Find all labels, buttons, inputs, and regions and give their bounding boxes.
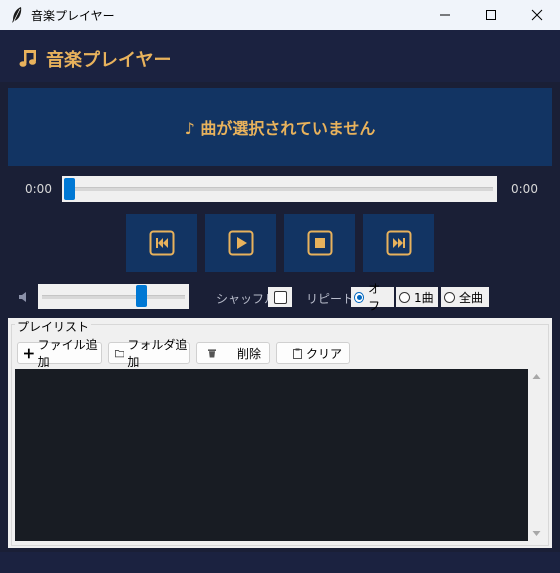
speaker-icon — [19, 292, 26, 302]
close-icon — [531, 9, 543, 21]
status-footer — [0, 552, 560, 573]
play-icon — [228, 230, 253, 256]
add-folder-button[interactable]: フォルダ追加 — [108, 338, 190, 369]
repeat-option-label: 1曲 — [414, 290, 434, 305]
seek-thumb[interactable] — [64, 178, 75, 200]
minimize-button[interactable] — [422, 0, 468, 30]
minimize-icon — [440, 14, 450, 16]
delete-label: 削除 — [237, 346, 262, 361]
plus-icon — [24, 348, 34, 358]
folder-icon — [115, 350, 125, 358]
volume-slider[interactable] — [38, 284, 189, 309]
radio-unselected-icon — [399, 291, 410, 303]
add-file-label: ファイル追加 — [37, 338, 98, 369]
now-playing-text: ♪ 曲が選択されていません — [184, 119, 376, 138]
checkbox-box — [273, 290, 287, 304]
maximize-button[interactable] — [468, 0, 514, 30]
radio-unselected-icon — [444, 291, 455, 303]
next-button[interactable] — [363, 214, 434, 272]
repeat-one-radio[interactable]: 1曲 — [396, 287, 438, 307]
stop-button[interactable] — [284, 214, 355, 272]
clear-button[interactable]: クリア — [276, 342, 350, 364]
close-button[interactable] — [514, 0, 560, 30]
trash-icon — [208, 349, 216, 358]
playlist-listbox[interactable] — [15, 369, 528, 541]
repeat-option-label: オフ — [368, 282, 381, 313]
previous-button[interactable] — [126, 214, 197, 272]
play-button[interactable] — [205, 214, 276, 272]
seek-slider[interactable] — [62, 176, 497, 202]
stop-icon — [307, 230, 332, 256]
feather-icon — [12, 7, 22, 23]
add-folder-label: フォルダ追加 — [127, 338, 188, 369]
maximize-icon — [486, 10, 496, 20]
clear-label: クリア — [306, 346, 343, 361]
clipboard-icon — [293, 348, 302, 359]
shuffle-checkbox[interactable] — [268, 287, 292, 307]
playlist-scrollbar[interactable] — [528, 369, 545, 541]
repeat-off-radio[interactable]: オフ — [351, 282, 394, 313]
repeat-all-radio[interactable]: 全曲 — [441, 287, 489, 307]
window-title: 音楽プレイヤー — [31, 9, 115, 23]
skip-previous-icon — [149, 230, 174, 256]
add-file-button[interactable]: ファイル追加 — [17, 338, 102, 369]
music-note-icon — [19, 50, 36, 67]
current-time: 0:00 — [25, 182, 52, 196]
skip-next-icon — [386, 230, 411, 256]
seek-track — [66, 187, 493, 191]
scroll-up-icon[interactable] — [528, 369, 545, 386]
total-time: 0:00 — [511, 182, 538, 196]
delete-button[interactable]: 削除 — [196, 342, 270, 364]
app-title: 音楽プレイヤー — [46, 50, 172, 71]
playlist-legend: プレイリスト — [15, 318, 92, 335]
volume-thumb[interactable] — [136, 285, 147, 307]
window-titlebar: 音楽プレイヤー — [0, 0, 560, 30]
radio-selected-icon — [354, 291, 365, 303]
scroll-down-icon[interactable] — [528, 524, 545, 541]
volume-track — [42, 295, 185, 299]
now-playing-display: ♪ 曲が選択されていません — [8, 88, 552, 166]
repeat-option-label: 全曲 — [459, 290, 484, 305]
